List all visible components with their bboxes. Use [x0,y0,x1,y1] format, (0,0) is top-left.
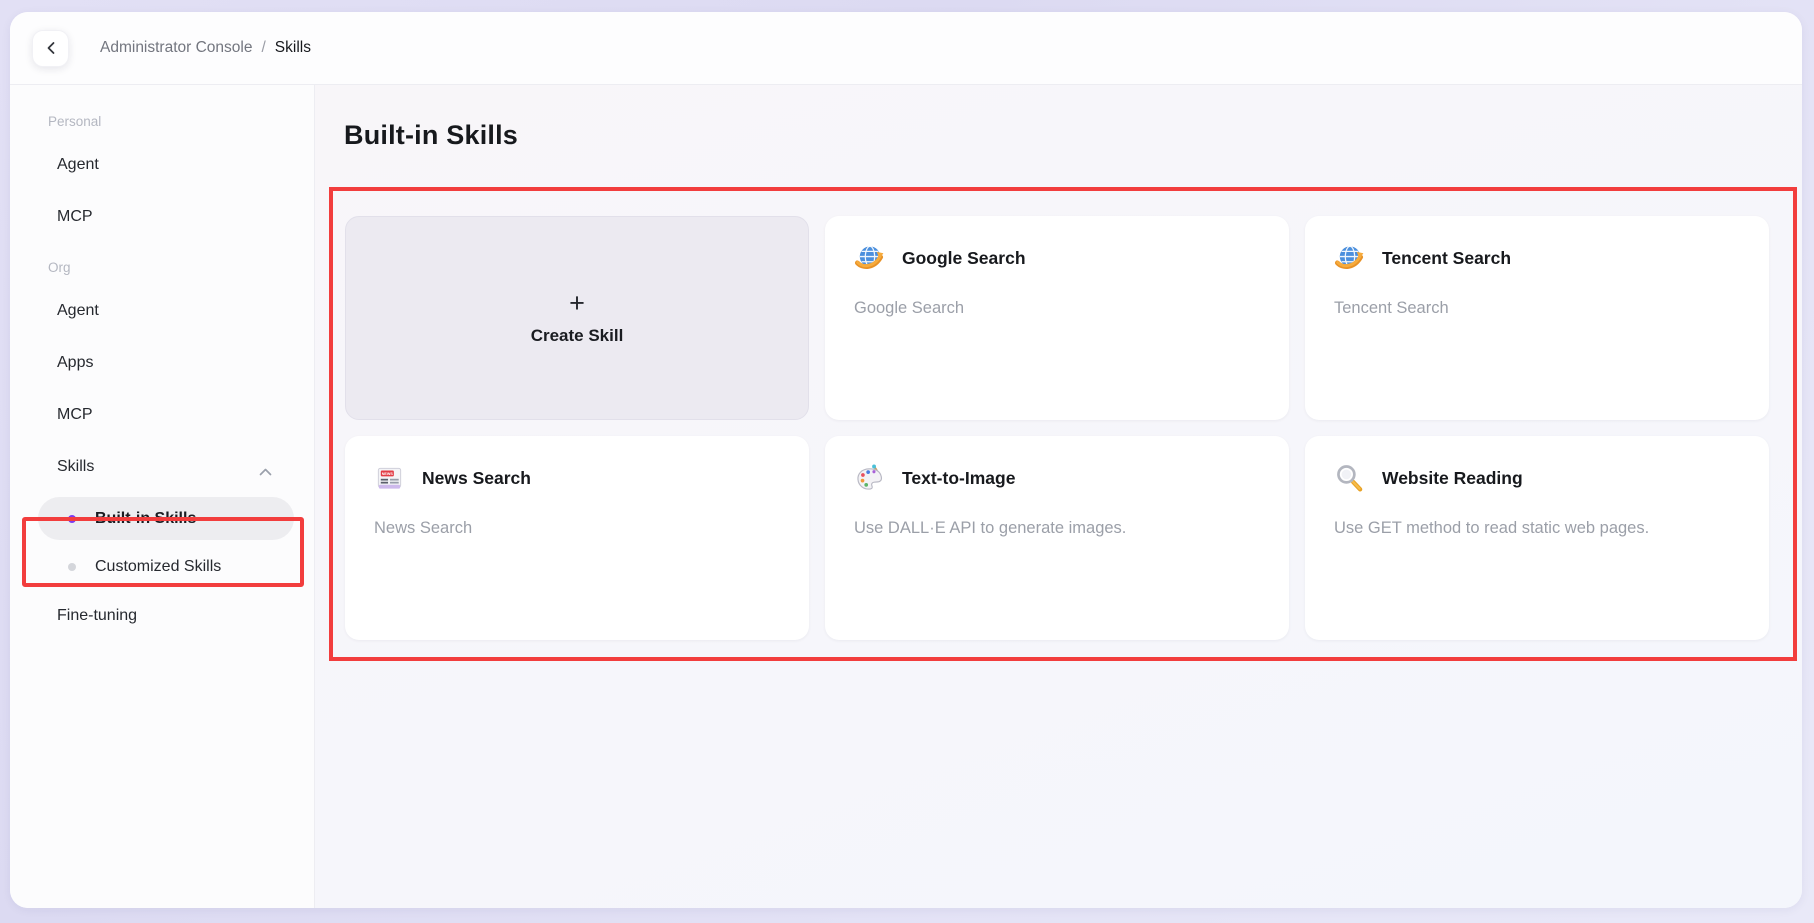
sidebar-item-personal-mcp[interactable]: MCP [10,191,314,243]
skill-card-title: News Search [422,468,531,489]
skill-card-description: Tencent Search [1334,299,1740,318]
sidebar-item-label: Built-in Skills [95,510,196,528]
sidebar-item-org-apps[interactable]: Apps [10,337,314,389]
skill-card-title: Text-to-Image [902,468,1015,489]
skill-card-title: Website Reading [1382,468,1523,489]
palette-icon [854,463,885,494]
sidebar-item-label: Apps [57,354,93,372]
back-button[interactable] [32,30,69,67]
breadcrumb-separator: / [261,39,265,57]
create-skill-label: Create Skill [531,326,624,346]
sidebar: Personal Agent MCP Org Agent Apps MCP Sk… [10,85,315,908]
sidebar-item-label: MCP [57,406,93,424]
skill-card-title: Tencent Search [1382,248,1511,269]
skill-card-title: Google Search [902,248,1026,269]
plus-icon: + [569,290,585,317]
breadcrumb-current: Skills [275,39,311,57]
svg-text:NEWS: NEWS [382,472,394,476]
main-content: Built-in Skills + Create Skill [315,85,1802,908]
sidebar-item-label: Agent [57,302,99,320]
skill-card-description: Google Search [854,299,1260,318]
sidebar-item-label: MCP [57,208,93,226]
app-window: Administrator Console / Skills Personal … [10,12,1802,908]
sidebar-group-personal: Personal [10,111,314,133]
skill-card-website-reading[interactable]: Website Reading Use GET method to read s… [1305,436,1769,640]
skill-card-google-search[interactable]: Google Search Google Search [825,216,1289,420]
chevron-up-icon[interactable] [259,463,272,481]
sidebar-item-label: Fine-tuning [57,607,137,625]
sidebar-item-label: Agent [57,156,99,174]
sidebar-group-org: Org [10,257,314,279]
chevron-left-icon [44,40,58,56]
skill-card-description: Use GET method to read static web pages. [1334,519,1740,538]
magnifier-icon [1334,463,1365,494]
newspaper-icon: NEWS [374,463,405,494]
sidebar-item-customized-skills[interactable]: Customized Skills [10,544,314,590]
inactive-dot-icon [68,563,76,571]
page-title: Built-in Skills [344,120,518,151]
sidebar-item-org-agent[interactable]: Agent [10,285,314,337]
sidebar-item-org-skills[interactable]: Skills [10,441,314,493]
skills-grid: + Create Skill [345,216,1769,640]
create-skill-card[interactable]: + Create Skill [345,216,809,420]
active-dot-icon [68,515,76,523]
breadcrumb-parent[interactable]: Administrator Console [100,39,252,57]
sidebar-item-label: Skills [57,458,94,476]
sidebar-item-built-in-skills[interactable]: Built-in Skills [38,497,294,540]
globe-search-icon [854,243,885,274]
skill-card-text-to-image[interactable]: Text-to-Image Use DALL·E API to generate… [825,436,1289,640]
sidebar-item-fine-tuning[interactable]: Fine-tuning [10,590,314,642]
sidebar-item-label: Customized Skills [95,558,221,576]
top-bar: Administrator Console / Skills [10,12,1802,85]
globe-search-icon [1334,243,1365,274]
skill-card-news-search[interactable]: NEWS News Search News Search [345,436,809,640]
skill-card-description: Use DALL·E API to generate images. [854,519,1260,538]
breadcrumb: Administrator Console / Skills [100,39,311,57]
skill-card-description: News Search [374,519,780,538]
skill-card-tencent-search[interactable]: Tencent Search Tencent Search [1305,216,1769,420]
sidebar-item-personal-agent[interactable]: Agent [10,139,314,191]
sidebar-item-org-mcp[interactable]: MCP [10,389,314,441]
